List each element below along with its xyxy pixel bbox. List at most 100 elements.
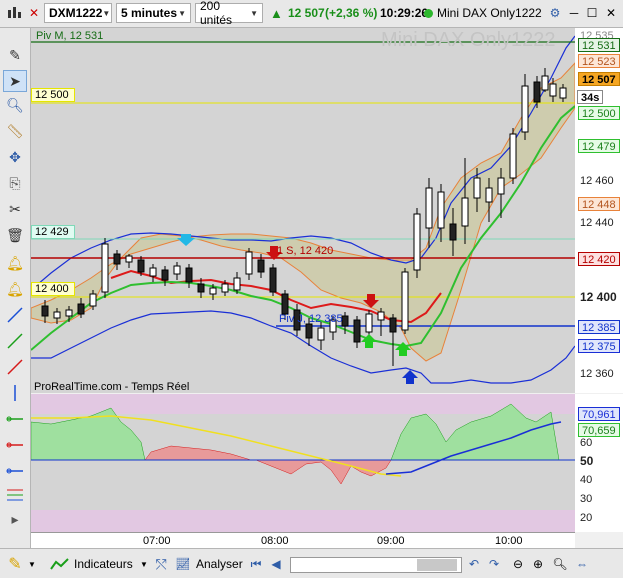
blue-up-arrow: [402, 370, 418, 384]
analyze-button[interactable]: Analyser: [196, 554, 243, 574]
rsi-tag-blue: 70,961: [578, 407, 620, 421]
time-axis[interactable]: 07:00 08:00 09:00 10:00: [31, 532, 575, 549]
price-tick: 12 440: [580, 217, 614, 229]
bell-icon[interactable]: 🔔︎: [3, 278, 27, 300]
rsi-tick: 60: [580, 437, 593, 449]
time-tick: 10:00: [495, 535, 523, 547]
top-toolbar: ✕ DXM1222 ▼ 5 minutes ▼ 200 unités ▼ ▲ 12 5…: [0, 0, 623, 28]
tag-piv: 12 385: [578, 320, 620, 334]
time-tick: 08:00: [261, 535, 289, 547]
scroll-left-icon[interactable]: ◀: [268, 554, 284, 574]
time-tick: 07:00: [143, 535, 171, 547]
scroll-start-icon[interactable]: ⏮: [248, 554, 264, 574]
analyze-icon: 📈︎: [175, 557, 191, 571]
chevron-down-icon: ▼: [250, 8, 258, 18]
price-chart[interactable]: Mini DAX Only1222 ProRealTime.com - Temp…: [31, 28, 575, 393]
tag-bollinger-lower: 12 375: [578, 339, 620, 353]
tools-icon[interactable]: ✂: [3, 198, 27, 220]
chart-menu-icon[interactable]: [4, 3, 24, 23]
rsi-chart[interactable]: [31, 394, 575, 532]
watermark-text: Mini DAX Only1222: [381, 29, 556, 51]
settings-icon[interactable]: ⚙: [548, 3, 562, 23]
horizontal-scrollbar[interactable]: [290, 557, 462, 573]
drawing-toolbar: ✎ ➤ 🔍︎ 📏︎ ✥ ⎘ ✂ 🗑︎ 🔔︎ 🔔︎ ▸: [0, 28, 31, 548]
more-tools-icon[interactable]: ▸: [3, 508, 27, 530]
price-up-icon: ▲: [270, 5, 283, 21]
horizontal-line-red-icon[interactable]: [3, 434, 27, 456]
redo-icon[interactable]: ↷: [486, 554, 502, 574]
clock-time: 10:29:26: [380, 6, 429, 20]
line-tool-icon[interactable]: [3, 304, 27, 326]
zoom-icon[interactable]: 🔍︎: [3, 94, 27, 116]
maximize-button[interactable]: ☐: [584, 3, 600, 23]
piv-label: Piv J, 12 385: [279, 313, 343, 325]
rsi-tag-green: 70,659: [578, 423, 620, 437]
fibonacci-icon[interactable]: [3, 484, 27, 506]
share-icon[interactable]: ⤲: [152, 554, 170, 574]
rsi-tick: 20: [580, 512, 593, 524]
rsi-tick: 40: [580, 474, 593, 486]
market-status-icon: [424, 3, 433, 23]
horizontal-ray-icon[interactable]: [3, 460, 27, 482]
tag-envelope-upper: 12 523: [578, 54, 620, 68]
zoom-in-icon[interactable]: ⊕: [530, 554, 546, 574]
pencil-icon[interactable]: ✎: [4, 554, 26, 574]
pen-icon[interactable]: ✎: [3, 44, 27, 66]
units-select[interactable]: 200 unités ▼: [195, 0, 263, 27]
copy-icon[interactable]: ⎘: [3, 172, 27, 194]
piv-m-label: Piv M, 12 531: [36, 30, 104, 42]
close-window-button[interactable]: ✕: [603, 3, 619, 23]
close-icon[interactable]: ✕: [27, 3, 41, 23]
countdown-badge: 34s: [577, 90, 604, 104]
ray-line-icon[interactable]: [3, 356, 27, 378]
last-price: 12 507: [288, 6, 325, 20]
rsi-axis[interactable]: 70,961 70,659 60 50 40 30 20: [575, 394, 623, 532]
rsi-tick: 50: [580, 454, 594, 468]
tag-piv-m: 12 531: [578, 38, 620, 52]
indicators-button[interactable]: Indicateurs: [74, 554, 133, 574]
undo-icon[interactable]: ↶: [466, 554, 482, 574]
chevron-down-icon: ▼: [178, 8, 186, 18]
price-axis[interactable]: 12 535 12 531 12 523 12 507 34s 12 500 1…: [575, 28, 623, 393]
move-icon[interactable]: ✥: [3, 146, 27, 168]
timeframe-select[interactable]: 5 minutes ▼: [116, 3, 191, 23]
oversold-zone: [31, 510, 575, 532]
tag-s1: 12 420: [578, 252, 620, 266]
level-12500-label: 12 500: [31, 88, 75, 102]
trash-icon[interactable]: 🗑︎: [3, 224, 27, 246]
symbol-value: DXM1222: [49, 6, 103, 20]
vertical-line-icon[interactable]: [3, 382, 27, 404]
units-value: 200 unités: [200, 0, 233, 27]
timeframe-value: 5 minutes: [121, 6, 178, 20]
price-tick: 12 360: [580, 368, 614, 380]
tag-last-price: 12 507: [578, 72, 620, 86]
price-tick: 12 400: [580, 290, 617, 304]
price-change: (+2,36 %): [325, 6, 378, 20]
tag-level-12500: 12 500: [578, 106, 620, 120]
source-label: ProRealTime.com - Temps Réel: [34, 381, 189, 393]
search-icon[interactable]: 🔍︎: [552, 554, 568, 574]
s1-label: 1 S, 12 420: [277, 245, 334, 257]
trend-line-icon[interactable]: [3, 330, 27, 352]
level-12400-label: 12 400: [31, 282, 75, 296]
time-tick: 09:00: [377, 535, 405, 547]
horizontal-line-green-icon[interactable]: [3, 408, 27, 430]
symbol-select[interactable]: DXM1222 ▼: [44, 3, 112, 23]
zoom-out-icon[interactable]: ⊖: [510, 554, 526, 574]
bottom-toolbar: ✎ ▼ Indicateurs ▼ ⤲ 📈︎ Analyser ⏮ ◀ ↶ ↷ …: [0, 548, 623, 578]
level-12429-label: 12 429: [31, 225, 75, 239]
chevron-down-icon[interactable]: ▼: [140, 554, 148, 574]
rsi-tick: 30: [580, 493, 593, 505]
scrollbar-thumb[interactable]: [417, 559, 457, 571]
fit-icon[interactable]: ⇔: [574, 554, 590, 574]
alert-bell-icon[interactable]: 🔔︎: [3, 252, 27, 274]
instrument-name: Mini DAX Only1222: [437, 6, 542, 20]
rsi-chart-canvas: [31, 394, 575, 532]
minimize-button[interactable]: ─: [566, 3, 582, 23]
price-chart-canvas: Mini DAX Only1222 ProRealTime.com - Temp…: [31, 29, 575, 393]
tag-ma-green: 12 479: [578, 139, 620, 153]
cursor-icon[interactable]: ➤: [3, 70, 27, 92]
indicators-icon: [50, 554, 70, 574]
chevron-down-icon[interactable]: ▼: [28, 554, 36, 574]
ruler-icon[interactable]: 📏︎: [3, 120, 27, 142]
